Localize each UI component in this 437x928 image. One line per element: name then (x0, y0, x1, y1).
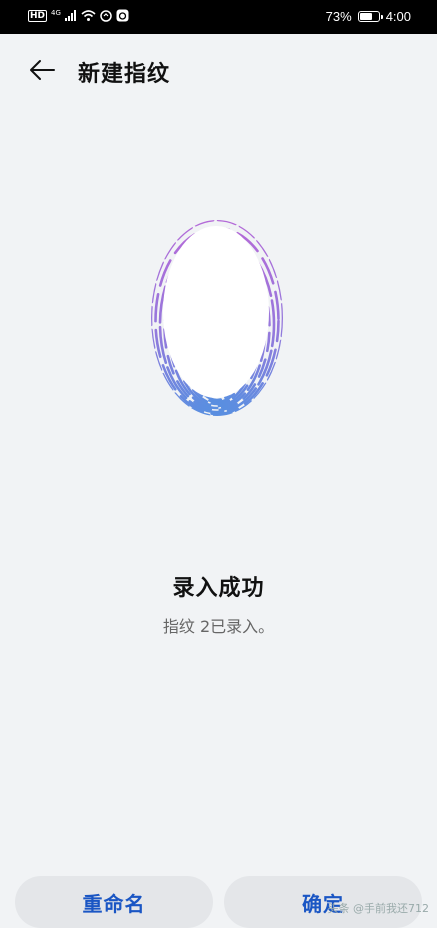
fingerprint-icon (151, 220, 283, 416)
result-description: 指纹 2已录入。 (162, 617, 275, 636)
battery-icon (357, 11, 383, 22)
app-notification-icon (116, 9, 129, 22)
battery-tip (380, 15, 383, 19)
back-arrow-icon (30, 60, 55, 80)
fingerprint-inner-fill (163, 226, 269, 398)
result-title: 录入成功 (172, 576, 265, 601)
hd-icon: HD (28, 9, 48, 22)
status-left-icons: HD 4G (28, 9, 129, 22)
back-button[interactable] (22, 52, 62, 88)
status-right: 73% 4:00 (326, 9, 411, 24)
status-bar: HD 4G 73% 4:00 (0, 0, 437, 34)
page-title: 新建指纹 (78, 62, 171, 87)
header: 新建指纹 (0, 34, 437, 106)
rename-button[interactable]: 重命名 (15, 876, 213, 928)
fingerprint-graphic (140, 210, 295, 430)
battery-percent: 73% (325, 9, 352, 24)
battery-fill (359, 13, 373, 20)
network-type: 4G (51, 8, 61, 17)
data-saver-icon (100, 9, 112, 22)
signal-icon (64, 10, 76, 21)
wifi-icon (81, 10, 96, 21)
clock: 4:00 (385, 9, 411, 24)
watermark: 头条 @手前我还712 (327, 902, 430, 915)
